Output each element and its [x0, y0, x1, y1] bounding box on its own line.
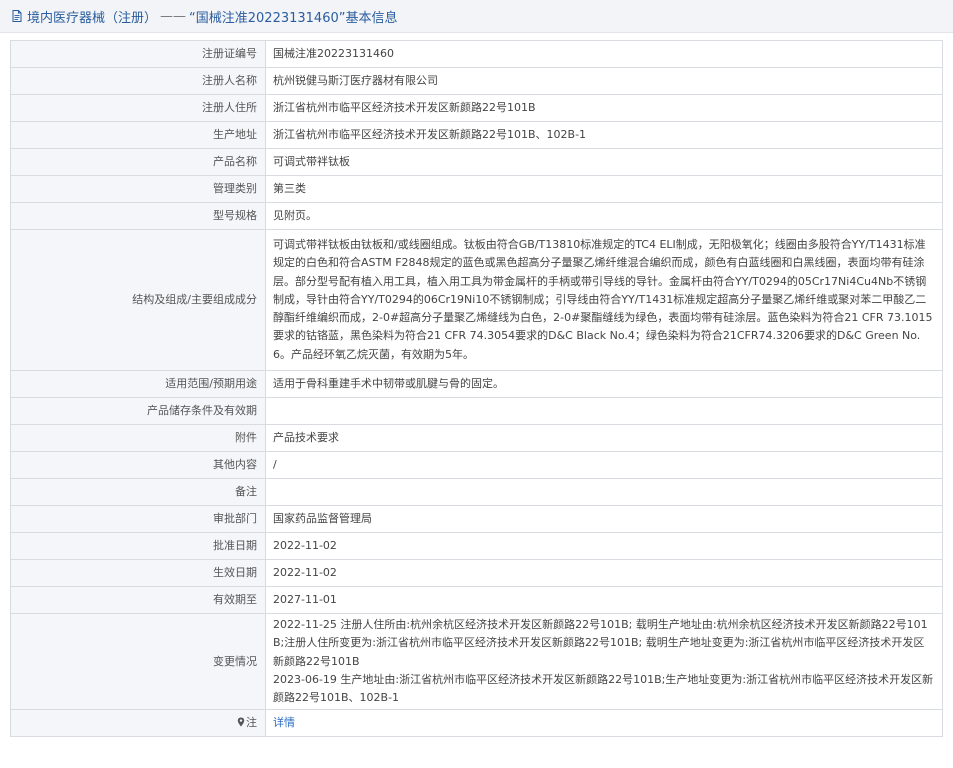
- row-value: 详情: [265, 709, 943, 738]
- row-value: [265, 478, 943, 506]
- table-row: 其他内容 /: [10, 451, 943, 479]
- table-row: 型号规格 见附页。: [10, 202, 943, 230]
- table-row: 注册证编号 国械注准20223131460: [10, 40, 943, 68]
- row-value: 浙江省杭州市临平区经济技术开发区新颜路22号101B: [265, 94, 943, 122]
- page-header: 境内医疗器械（注册） —— “国械注准20223131460”基本信息: [0, 0, 953, 33]
- row-label: 变更情况: [10, 612, 266, 711]
- table-row: 有效期至 2027-11-01: [10, 586, 943, 614]
- row-value: 可调式带袢钛板: [265, 148, 943, 176]
- details-link[interactable]: 详情: [273, 716, 295, 729]
- table-row: 生产地址 浙江省杭州市临平区经济技术开发区新颜路22号101B、102B-1: [10, 121, 943, 149]
- table-row: 变更情况 2022-11-25 注册人住所由:杭州余杭区经济技术开发区新颜路22…: [10, 612, 943, 711]
- row-value: 可调式带袢钛板由钛板和/或线圈组成。钛板由符合GB/T13810标准规定的TC4…: [265, 229, 943, 371]
- row-label: 生效日期: [10, 559, 266, 587]
- row-value: 2022-11-02: [265, 559, 943, 587]
- row-label: 其他内容: [10, 451, 266, 479]
- table-row: 附件 产品技术要求: [10, 424, 943, 452]
- change-history-value: 2022-11-25 注册人住所由:杭州余杭区经济技术开发区新颜路22号101B…: [265, 612, 943, 711]
- row-label: 结构及组成/主要组成成分: [10, 229, 266, 371]
- change-entry: 2023-06-19 生产地址由:浙江省杭州市临平区经济技术开发区新颜路22号1…: [273, 672, 934, 705]
- row-label: 注册证编号: [10, 40, 266, 68]
- header-category: 境内医疗器械（注册）: [27, 10, 158, 26]
- table-row: 产品储存条件及有效期: [10, 397, 943, 425]
- row-value: 浙江省杭州市临平区经济技术开发区新颜路22号101B、102B-1: [265, 121, 943, 149]
- row-value: 见附页。: [265, 202, 943, 230]
- document-icon: [12, 10, 22, 22]
- row-label: 附件: [10, 424, 266, 452]
- table-row: 注册人住所 浙江省杭州市临平区经济技术开发区新颜路22号101B: [10, 94, 943, 122]
- table-row: 审批部门 国家药品监督管理局: [10, 505, 943, 533]
- row-value: 产品技术要求: [265, 424, 943, 452]
- row-value: 适用于骨科重建手术中韧带或肌腱与骨的固定。: [265, 370, 943, 398]
- note-label: 注: [246, 716, 257, 730]
- row-label: 产品名称: [10, 148, 266, 176]
- change-entry: 2022-11-25 注册人住所由:杭州余杭区经济技术开发区新颜路22号101B…: [273, 618, 928, 668]
- row-label: 生产地址: [10, 121, 266, 149]
- table-row: 批准日期 2022-11-02: [10, 532, 943, 560]
- row-value: 2022-11-02: [265, 532, 943, 560]
- row-value: [265, 397, 943, 425]
- row-label: 批准日期: [10, 532, 266, 560]
- row-value: 杭州锐健马斯汀医疗器材有限公司: [265, 67, 943, 95]
- row-value: /: [265, 451, 943, 479]
- table-row: 产品名称 可调式带袢钛板: [10, 148, 943, 176]
- info-table-container: 注册证编号 国械注准20223131460 注册人名称 杭州锐健马斯汀医疗器材有…: [10, 40, 943, 738]
- row-label-note: 注: [10, 709, 266, 738]
- table-row: 管理类别 第三类: [10, 175, 943, 203]
- row-label: 有效期至: [10, 586, 266, 614]
- table-row: 适用范围/预期用途 适用于骨科重建手术中韧带或肌腱与骨的固定。: [10, 370, 943, 398]
- table-row: 生效日期 2022-11-02: [10, 559, 943, 587]
- table-row: 备注: [10, 478, 943, 506]
- row-label: 备注: [10, 478, 266, 506]
- row-label: 适用范围/预期用途: [10, 370, 266, 398]
- row-value: 国家药品监督管理局: [265, 505, 943, 533]
- row-value: 第三类: [265, 175, 943, 203]
- info-table: 注册证编号 国械注准20223131460 注册人名称 杭州锐健马斯汀医疗器材有…: [10, 40, 943, 738]
- table-row: 注册人名称 杭州锐健马斯汀医疗器材有限公司: [10, 67, 943, 95]
- row-label: 管理类别: [10, 175, 266, 203]
- table-row: 注 详情: [10, 709, 943, 738]
- row-label: 型号规格: [10, 202, 266, 230]
- map-pin-icon: [237, 717, 245, 727]
- row-label: 注册人名称: [10, 67, 266, 95]
- table-row: 结构及组成/主要组成成分 可调式带袢钛板由钛板和/或线圈组成。钛板由符合GB/T…: [10, 229, 943, 371]
- row-label: 审批部门: [10, 505, 266, 533]
- header-subtitle: “国械注准20223131460”基本信息: [189, 10, 398, 26]
- row-value: 国械注准20223131460: [265, 40, 943, 68]
- row-label: 注册人住所: [10, 94, 266, 122]
- row-label: 产品储存条件及有效期: [10, 397, 266, 425]
- row-value: 2027-11-01: [265, 586, 943, 614]
- header-separator: ——: [160, 8, 187, 24]
